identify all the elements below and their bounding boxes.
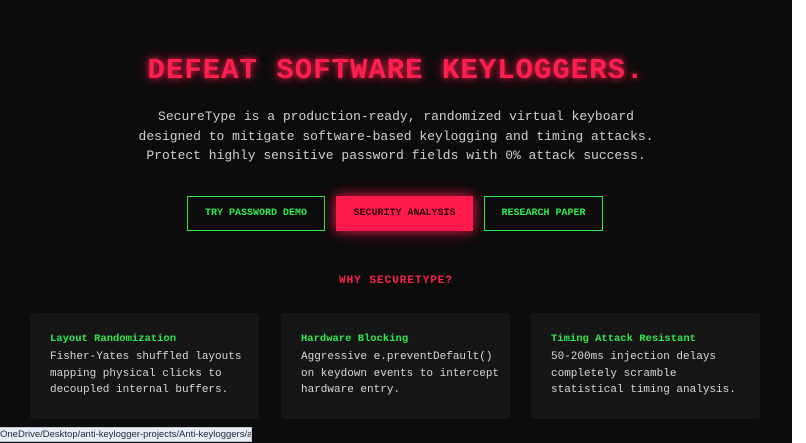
- research-paper-button[interactable]: RESEARCH PAPER: [484, 196, 603, 231]
- vertical-scrollbar[interactable]: [792, 0, 806, 443]
- try-password-demo-button[interactable]: TRY PASSWORD DEMO: [187, 196, 325, 231]
- security-analysis-button[interactable]: SECURITY ANALYSIS: [336, 196, 473, 231]
- feature-card-title: Timing Attack Resistant: [551, 333, 696, 345]
- feature-card-line: hardware entry.: [301, 384, 401, 396]
- feature-card-body: Fisher-Yates shuffled layouts mapping ph…: [50, 349, 242, 399]
- feature-card-layout-randomization: Layout Randomization Fisher-Yates shuffl…: [30, 313, 259, 419]
- feature-card-body: Aggressive e.preventDefault() on keydown…: [301, 349, 500, 399]
- feature-card-line: statistical timing analysis.: [551, 384, 736, 396]
- feature-card-body: 50-200ms injection delays completely scr…: [551, 349, 740, 399]
- feature-card-line: mapping physical clicks to: [50, 367, 222, 380]
- feature-card-hardware-blocking: Hardware Blocking Aggressive e.preventDe…: [281, 313, 510, 419]
- link-status-bar: OneDrive/Desktop/anti-keylogger-projects…: [0, 427, 252, 442]
- hero-subtitle-line: SecureType is a production-ready, random…: [158, 109, 634, 124]
- feature-card-timing-attack-resistant: Timing Attack Resistant 50-200ms injecti…: [531, 313, 760, 419]
- feature-card-line: completely scramble: [551, 367, 677, 380]
- feature-card-line: 50-200ms injection delays: [551, 351, 717, 363]
- feature-card-line: Fisher-Yates shuffled layouts: [50, 351, 242, 363]
- feature-card-title: Hardware Blocking: [301, 333, 409, 345]
- feature-card-line: on keydown events to intercept: [301, 367, 500, 380]
- feature-card-line: Aggressive e.preventDefault(): [301, 351, 493, 363]
- landing-page: DEFEAT SOFTWARE KEYLOGGERS. SecureType i…: [0, 0, 792, 443]
- hero-subtitle: SecureType is a production-ready, random…: [0, 107, 792, 166]
- hero-title: DEFEAT SOFTWARE KEYLOGGERS.: [147, 54, 645, 87]
- hero-subtitle-line: designed to mitigate software-based keyl…: [138, 128, 654, 144]
- why-securetype-heading: WHY SECURETYPE?: [338, 275, 454, 287]
- feature-card-line: decoupled internal buffers.: [50, 384, 229, 396]
- feature-card-title: Layout Randomization: [50, 333, 177, 345]
- hero-subtitle-line: Protect highly sensitive password fields…: [146, 148, 646, 163]
